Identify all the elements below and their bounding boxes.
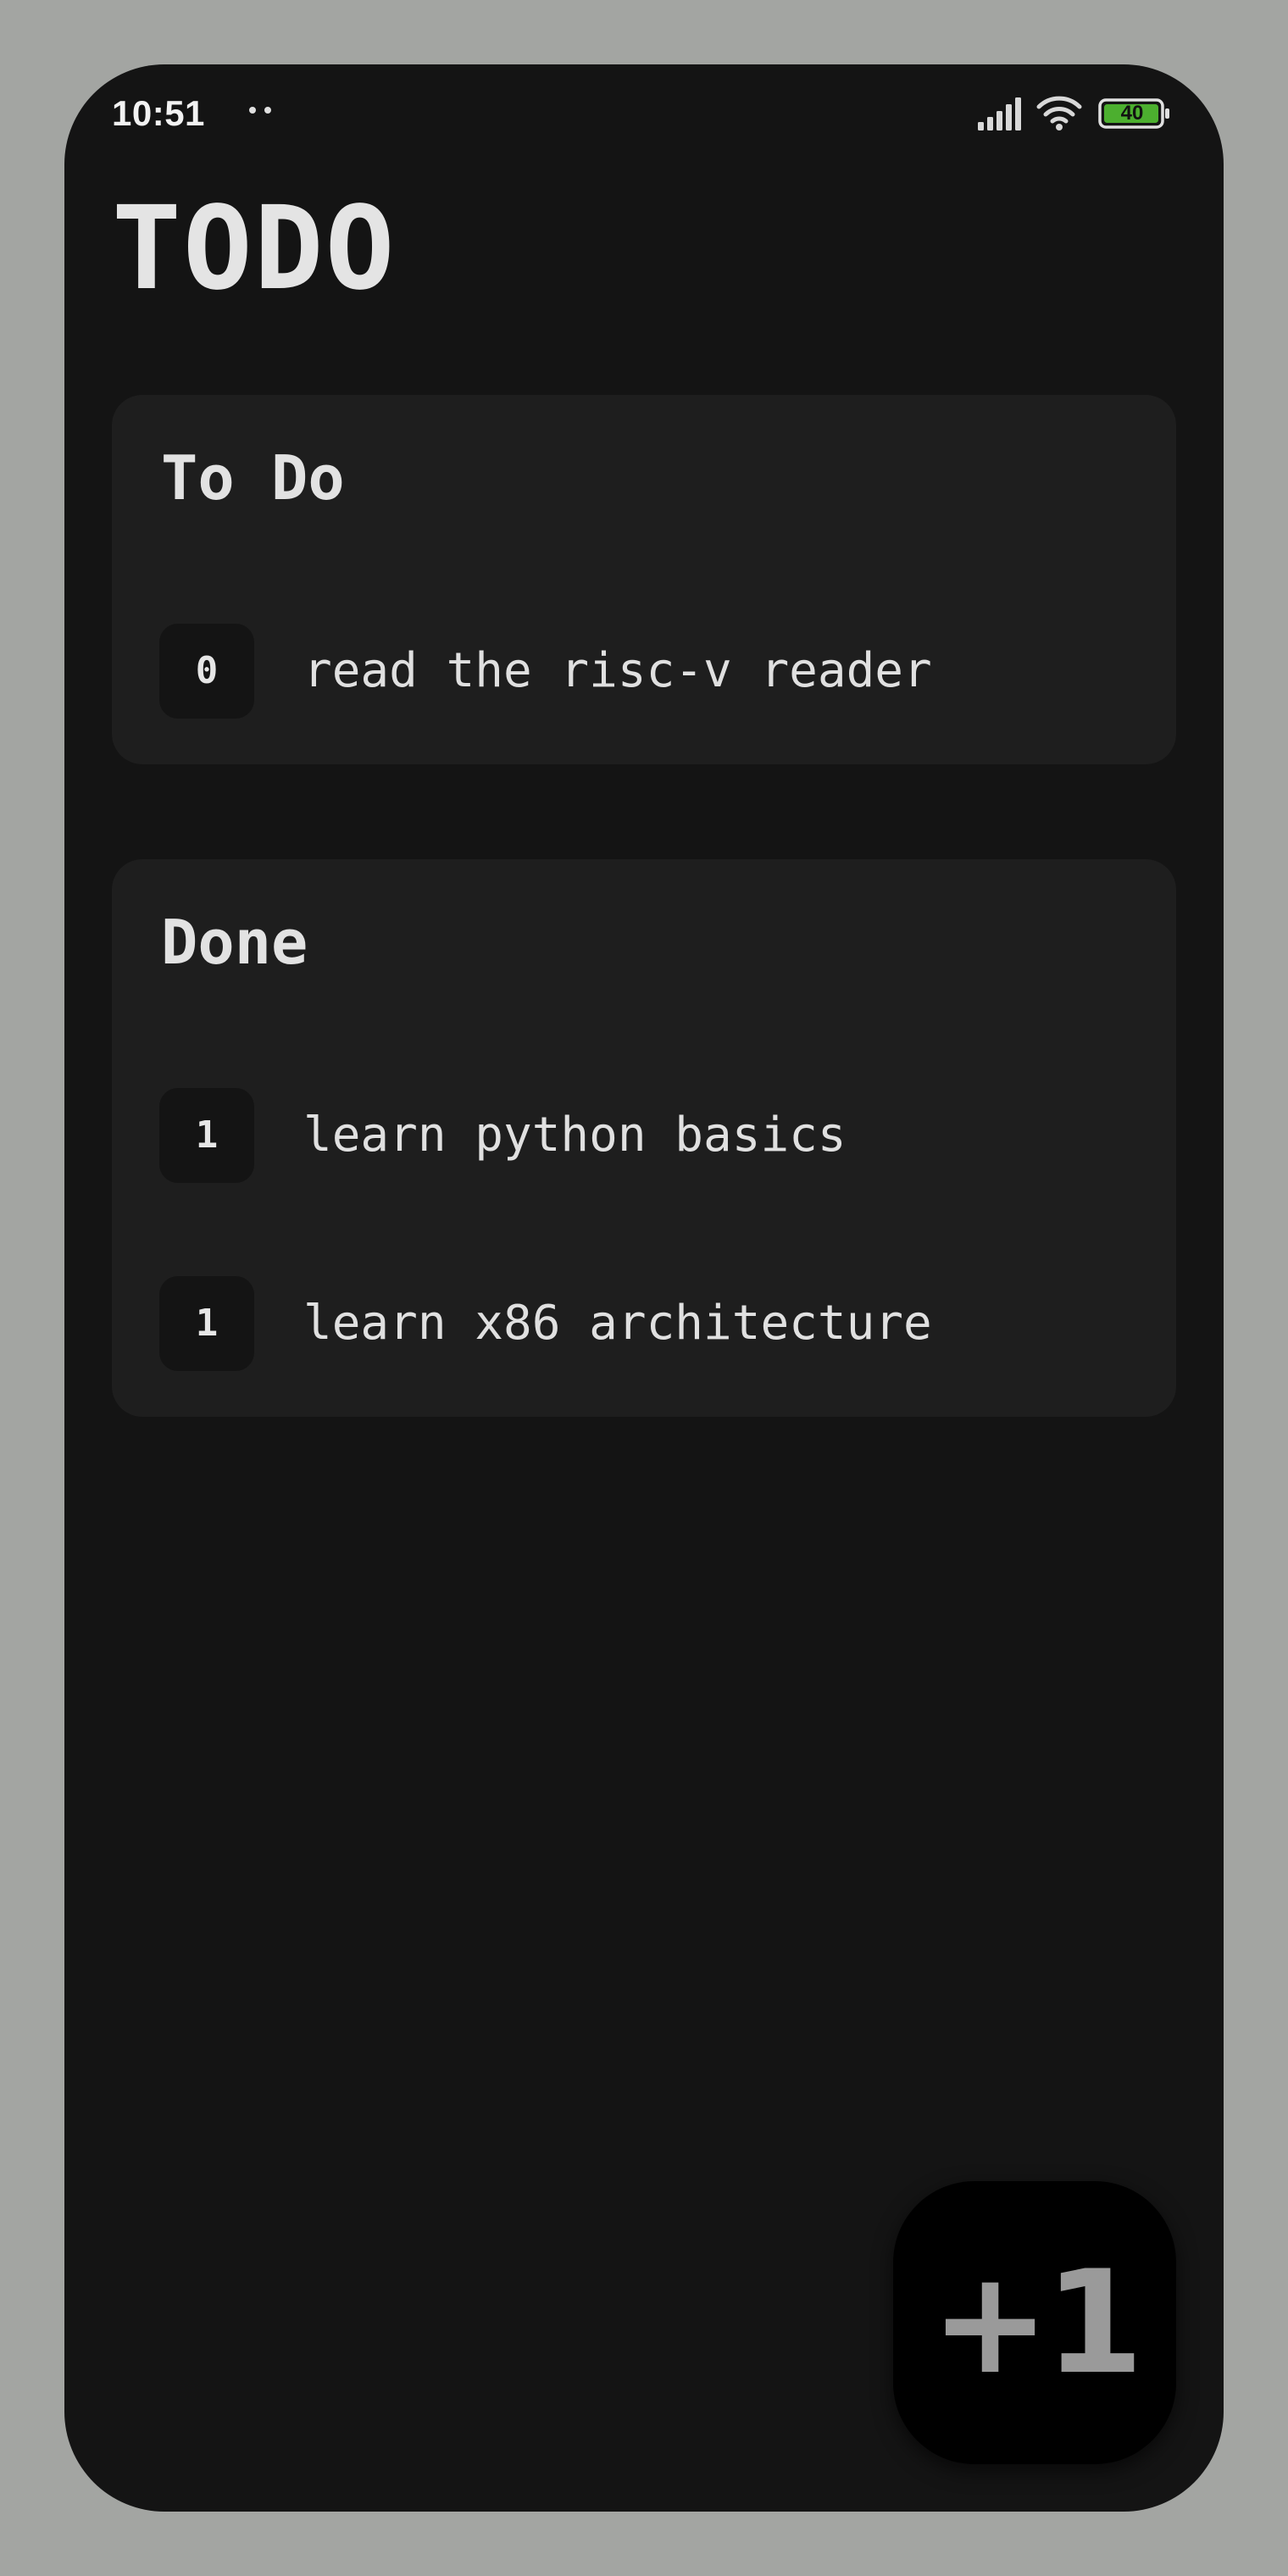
wifi-icon	[1036, 96, 1082, 130]
task-count-badge[interactable]: 1	[159, 1276, 254, 1371]
status-bar: 10:51 40	[64, 64, 1224, 175]
app-title: TODO	[112, 182, 397, 316]
todo-section-heading: To Do	[161, 442, 345, 514]
task-item[interactable]: 1 learn python basics	[159, 1088, 1125, 1183]
task-label[interactable]: read the risc-v reader	[303, 624, 932, 719]
todo-section: To Do 0 read the risc-v reader	[112, 395, 1176, 764]
signal-icon	[978, 97, 1021, 130]
done-section-heading: Done	[161, 907, 308, 978]
task-label[interactable]: learn x86 architecture	[303, 1276, 932, 1371]
phone-screen: 10:51 40 TODO To Do 0 read the risc-v re…	[64, 64, 1224, 2512]
task-label[interactable]: learn python basics	[303, 1088, 847, 1183]
task-count-badge[interactable]: 1	[159, 1088, 254, 1183]
increment-fab-button[interactable]: +1	[893, 2181, 1176, 2464]
battery-level-text: 40	[1120, 102, 1144, 125]
notification-dots-icon	[249, 107, 275, 115]
fab-label: +1	[930, 2240, 1144, 2406]
status-time: 10:51	[112, 93, 205, 133]
task-count-badge[interactable]: 0	[159, 624, 254, 719]
task-item[interactable]: 1 learn x86 architecture	[159, 1276, 1125, 1371]
task-item[interactable]: 0 read the risc-v reader	[159, 624, 1125, 719]
done-section: Done 1 learn python basics 1 learn x86 a…	[112, 859, 1176, 1417]
